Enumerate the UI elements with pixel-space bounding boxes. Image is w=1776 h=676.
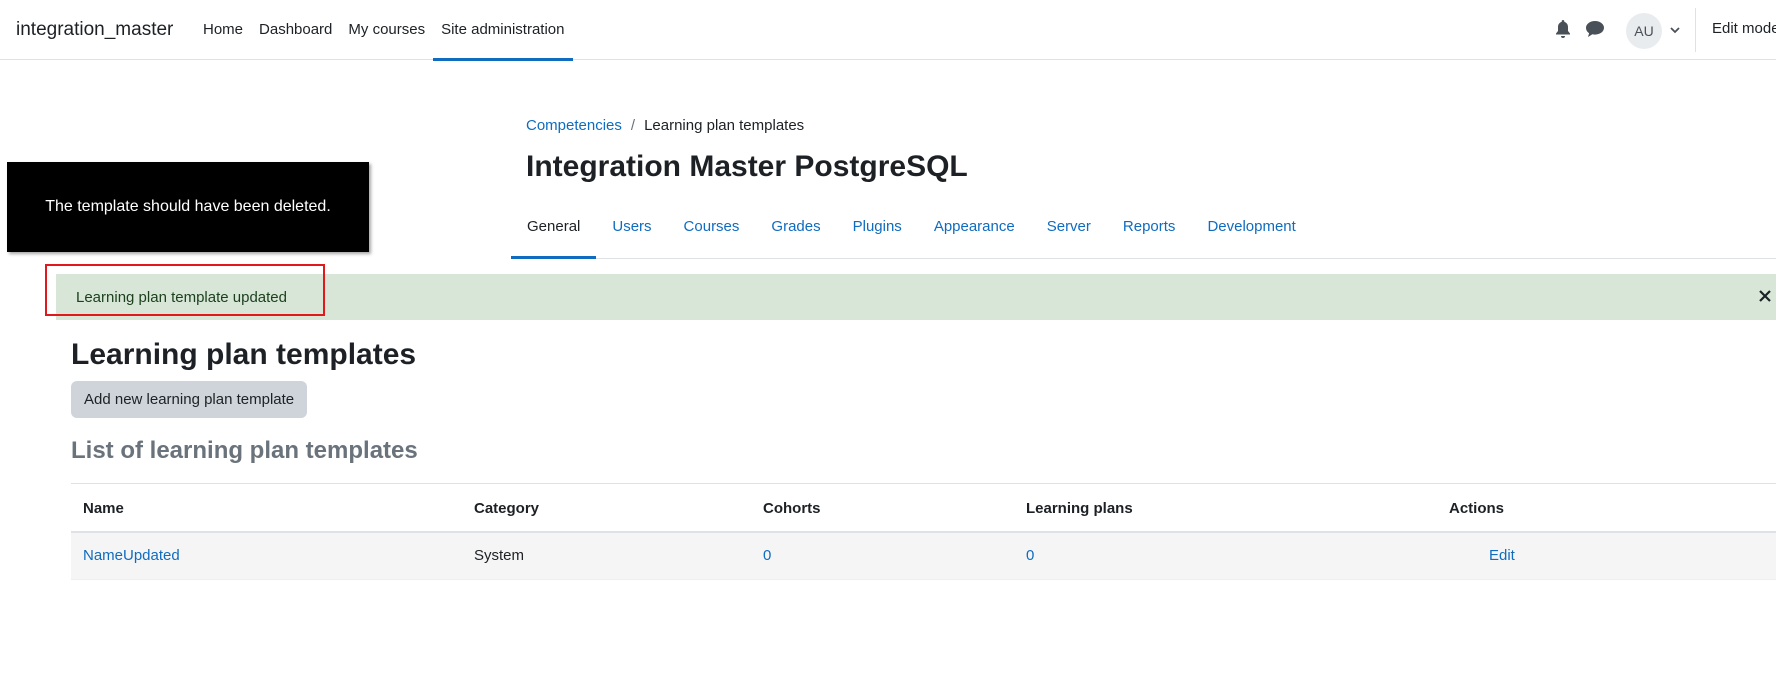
nav-icons: [1552, 18, 1616, 40]
overlay-message: The template should have been deleted.: [7, 162, 369, 252]
bell-icon[interactable]: [1552, 18, 1574, 40]
nav-divider: [1695, 8, 1696, 52]
top-navbar: integration_master Home Dashboard My cou…: [0, 0, 1776, 61]
template-category: System: [474, 547, 525, 564]
user-avatar[interactable]: AU: [1626, 13, 1662, 49]
highlight-box: [45, 264, 325, 316]
header-actions: Actions: [1449, 500, 1505, 517]
table-row: NameUpdated System 0 0 Edit: [71, 533, 1776, 580]
tab-reports[interactable]: Reports: [1107, 200, 1192, 258]
edit-action-menu[interactable]: Edit: [1489, 547, 1515, 564]
nav-dashboard[interactable]: Dashboard: [251, 0, 340, 60]
header-cohorts: Cohorts: [763, 500, 821, 517]
secondary-navigation: General Users Courses Grades Plugins App…: [511, 200, 1776, 259]
templates-table: Name Category Cohorts Learning plans Act…: [71, 483, 1776, 580]
template-cohorts-link[interactable]: 0: [763, 547, 771, 564]
section-heading: Learning plan templates: [71, 338, 417, 371]
nav-my-courses[interactable]: My courses: [340, 0, 433, 60]
breadcrumb-current: Learning plan templates: [644, 117, 805, 134]
tab-development[interactable]: Development: [1191, 200, 1311, 258]
add-template-button[interactable]: Add new learning plan template: [71, 381, 308, 418]
tab-grades[interactable]: Grades: [755, 200, 836, 258]
tab-general[interactable]: General: [511, 200, 597, 259]
header-name[interactable]: Name: [83, 500, 124, 517]
breadcrumb-competencies[interactable]: Competencies: [526, 117, 622, 134]
header-learning-plans: Learning plans: [1026, 500, 1133, 517]
chevron-down-icon[interactable]: [1668, 23, 1682, 37]
template-learning-plans-link[interactable]: 0: [1026, 547, 1034, 564]
breadcrumb-separator: /: [630, 117, 636, 134]
tab-server[interactable]: Server: [1031, 200, 1107, 258]
breadcrumb: Competencies / Learning plan templates: [526, 117, 804, 134]
site-brand[interactable]: integration_master: [16, 19, 173, 41]
header-category: Category: [474, 500, 540, 517]
page-title: Integration Master PostgreSQL: [526, 150, 968, 183]
tab-courses[interactable]: Courses: [668, 200, 756, 258]
nav-site-administration[interactable]: Site administration: [433, 0, 573, 61]
edit-mode-toggle[interactable]: Edit mode: [1712, 20, 1776, 37]
primary-navigation: Home Dashboard My courses Site administr…: [195, 0, 573, 61]
close-icon[interactable]: [1756, 287, 1774, 305]
template-name-link[interactable]: NameUpdated: [83, 547, 180, 564]
tab-appearance[interactable]: Appearance: [918, 200, 1031, 258]
tab-plugins[interactable]: Plugins: [837, 200, 918, 258]
tab-users[interactable]: Users: [596, 200, 667, 258]
chat-icon[interactable]: [1584, 18, 1606, 40]
table-header: Name Category Cohorts Learning plans Act…: [71, 483, 1776, 533]
nav-home[interactable]: Home: [195, 0, 251, 60]
list-heading: List of learning plan templates: [71, 437, 418, 464]
